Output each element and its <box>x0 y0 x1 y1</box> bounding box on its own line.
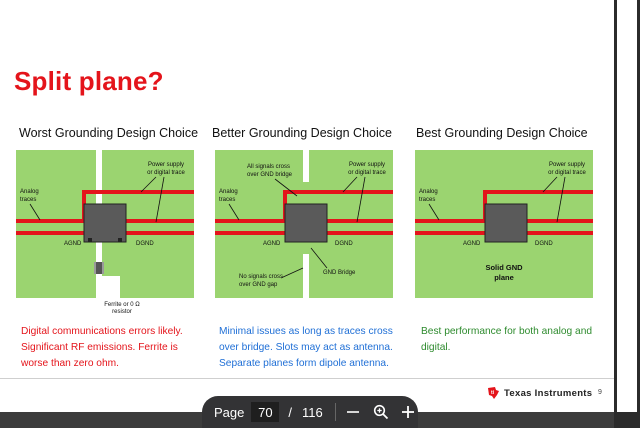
worst-split-plane-diagram: Power supply or digital trace Analog tra… <box>16 150 194 298</box>
toolbar-divider <box>334 403 336 421</box>
company-name: Texas Instruments <box>504 387 593 399</box>
best-solid-plane-diagram: Power supply or digital trace Analog tra… <box>415 150 593 298</box>
svg-text:over GND bridge: over GND bridge <box>247 172 293 178</box>
dgnd-label: DGND <box>535 241 553 247</box>
agnd-label: AGND <box>263 241 281 247</box>
dgnd-label: DGND <box>335 241 353 247</box>
power-label: Power supply <box>148 162 184 168</box>
analog-label: Analog <box>219 189 238 195</box>
slide-title: Split plane? <box>14 66 164 96</box>
ferrite-label: Ferrite or 0 Ω resistor <box>104 302 140 315</box>
minus-icon <box>347 411 360 413</box>
footer-divider <box>0 378 614 379</box>
zoom-in-button[interactable] <box>399 400 418 424</box>
worst-choice-heading: Worst Grounding Design Choice <box>19 126 199 140</box>
svg-text:or digital trace: or digital trace <box>147 170 185 176</box>
dgnd-label: DGND <box>136 241 154 247</box>
analog-label: Analog <box>20 189 39 195</box>
better-split-plane-diagram: All signals cross over GND bridge Power … <box>215 150 393 298</box>
svg-text:plane: plane <box>494 273 514 282</box>
svg-text:traces: traces <box>419 197 435 203</box>
worst-choice-caption: Digital communications errors likely. Si… <box>21 326 183 369</box>
zoom-fit-button[interactable] <box>371 400 390 424</box>
agnd-label: AGND <box>463 241 481 247</box>
solid-gnd-label: Solid GND <box>485 263 523 272</box>
svg-text:or digital trace: or digital trace <box>348 170 386 176</box>
ground-slot-bottom <box>303 254 309 298</box>
svg-text:over GND gap: over GND gap <box>239 282 278 288</box>
ic-chip <box>83 203 127 243</box>
plus-icon <box>402 406 415 418</box>
svg-text:traces: traces <box>219 197 235 203</box>
page-number-input[interactable] <box>251 402 280 422</box>
ic-chip <box>484 203 528 243</box>
power-label: Power supply <box>349 162 385 168</box>
total-pages: 116 <box>302 404 323 420</box>
power-label: Power supply <box>549 162 585 168</box>
slide-number: 9 <box>598 389 602 396</box>
gnd-bridge-label: GND Bridge <box>323 270 356 276</box>
page-navigation-toolbar: Page / 116 <box>202 396 418 428</box>
next-page-thumbnail[interactable] <box>617 0 637 412</box>
page-separator: / <box>288 404 292 420</box>
svg-text:traces: traces <box>20 197 36 203</box>
best-choice-heading: Best Grounding Design Choice <box>416 126 588 140</box>
ground-slot-top <box>303 150 309 182</box>
ic-chip <box>284 203 328 243</box>
best-choice-caption: Best performance for both analog and dig… <box>421 326 593 353</box>
next-page-preview-strip[interactable] <box>614 0 640 428</box>
cross-label: All signals cross <box>247 164 290 170</box>
ti-logo-icon: ti <box>488 387 499 399</box>
agnd-label: AGND <box>64 241 82 247</box>
better-choice-heading: Better Grounding Design Choice <box>212 126 392 140</box>
texas-instruments-logo: ti Texas Instruments <box>486 385 592 401</box>
page-label: Page <box>214 404 245 420</box>
zoom-out-button[interactable] <box>344 400 363 424</box>
gnd-gap-label: No signals cross <box>239 274 283 280</box>
svg-text:or digital trace: or digital trace <box>548 170 586 176</box>
magnifier-icon <box>373 404 388 420</box>
presentation-slide: Split plane? Worst Grounding Design Choi… <box>0 0 614 412</box>
better-choice-caption: Minimal issues as long as traces cross o… <box>219 326 393 369</box>
analog-label: Analog <box>419 189 438 195</box>
